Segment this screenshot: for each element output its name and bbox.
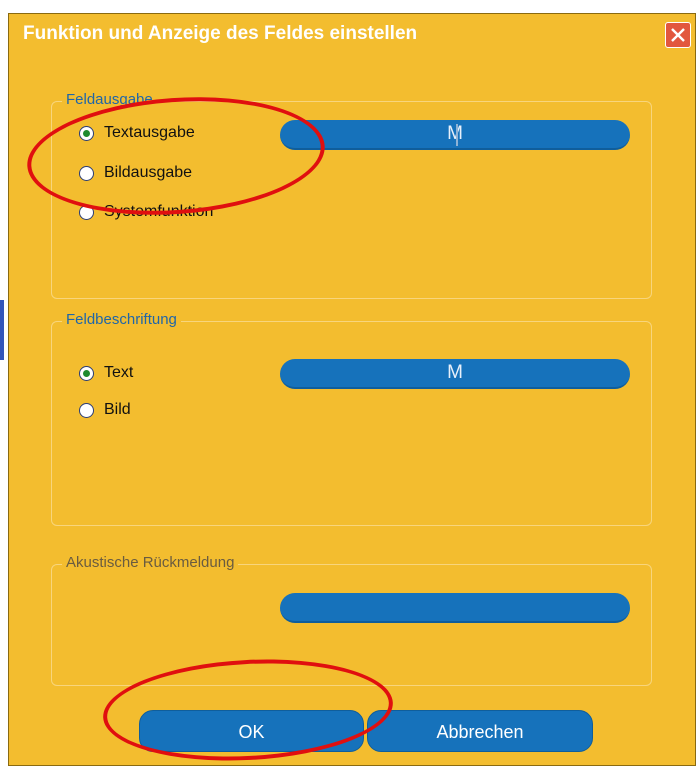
close-button[interactable] [665,22,691,48]
acoustic-feedback-field[interactable] [280,593,630,623]
background-window-edge [0,300,4,360]
text-output-value: M [447,123,463,144]
caption-text-value: M [447,362,463,383]
acoustic-feedback-legend: Akustische Rückmeldung [62,554,239,571]
cancel-button[interactable]: Abbrechen [367,710,593,752]
field-output-legend: Feldausgabe [62,91,157,108]
radio-image-output[interactable]: Bildausgabe [79,162,192,184]
radio-label: Bild [104,401,131,418]
radio-caption-text[interactable]: Text [79,362,133,384]
dialog-title: Funktion und Anzeige des Feldes einstell… [23,23,418,44]
title-bar: Funktion und Anzeige des Feldes einstell… [9,14,695,54]
radio-button[interactable] [79,125,94,141]
radio-label: Text [104,364,134,381]
settings-dialog: Funktion und Anzeige des Feldes einstell… [8,13,696,768]
radio-button[interactable] [79,204,94,220]
text-cursor [456,124,458,146]
acoustic-feedback-group: Akustische Rückmeldung [51,554,652,686]
text-output-field[interactable]: M [280,120,630,150]
radio-label: Bildausgabe [104,164,193,181]
radio-text-output[interactable]: Textausgabe [79,122,195,144]
radio-label: Textausgabe [104,124,195,141]
field-caption-legend: Feldbeschriftung [62,311,181,328]
caption-text-field[interactable]: M [280,359,630,389]
radio-label: Systemfunktion [104,203,214,220]
radio-button[interactable] [79,365,94,381]
radio-caption-image[interactable]: Bild [79,399,131,421]
radio-button[interactable] [79,165,94,181]
ok-button[interactable]: OK [139,710,364,752]
field-caption-group: Feldbeschriftung [51,311,652,526]
close-icon [671,28,685,42]
radio-system-function[interactable]: Systemfunktion [79,201,213,223]
radio-button[interactable] [79,402,94,418]
